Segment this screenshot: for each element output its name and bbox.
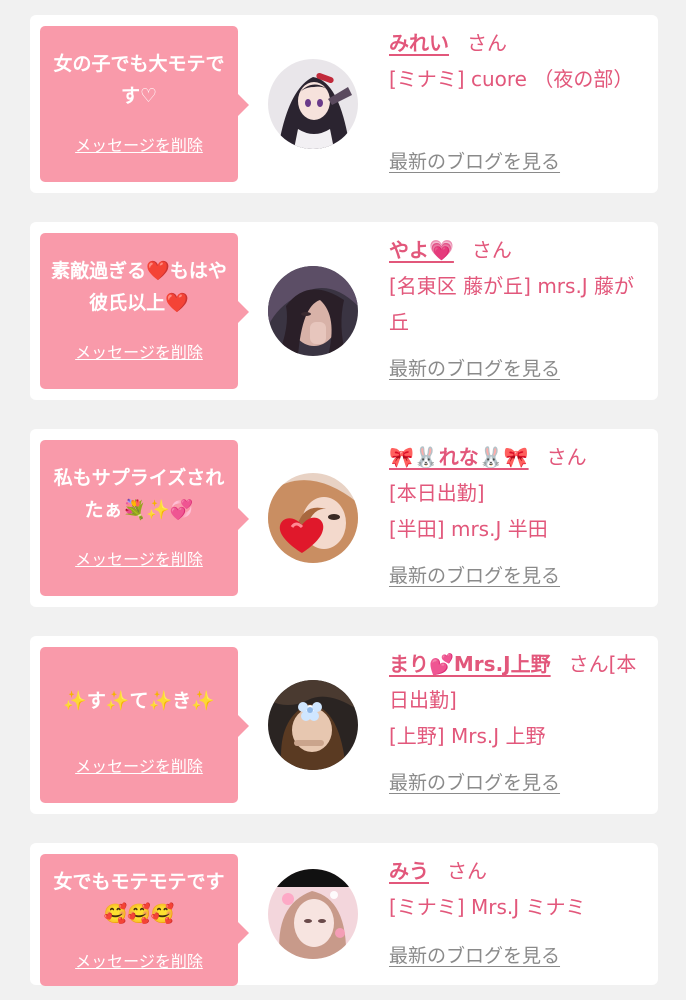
delete-message-link[interactable]: メッセージを削除 [40,339,238,363]
girl-name-link[interactable]: みれい [389,31,449,55]
girl-info: みう さん [ミナミ] Mrs.J ミナミ [389,853,639,925]
girl-name-link[interactable]: やよ💗 [389,238,454,262]
honorific: さん [546,445,587,469]
honorific: さん [467,31,507,55]
message-text: ✨す✨て✨き✨ [63,690,215,712]
avatar[interactable] [268,473,358,563]
delete-message-link[interactable]: メッセージを削除 [40,948,238,972]
shop-detail: [名東区 藤が丘] mrs.J 藤が丘 [389,274,635,334]
message-bubble: ✨す✨て✨き✨ メッセージを削除 [40,647,249,803]
latest-blog-link[interactable]: 最新のブログを見る [389,561,560,588]
girl-info: みれい さん [ミナミ] cuore （夜の部） [389,25,639,97]
avatar[interactable] [268,266,358,356]
shop-detail: [ミナミ] Mrs.J ミナミ [389,895,586,919]
girl-info: まり💕Mrs.J上野 さん[本日出勤] [上野] Mrs.J 上野 [389,646,639,754]
message-bubble: 素敵過ぎる❤️もはや彼氏以上❤️ メッセージを削除 [40,233,249,389]
avatar[interactable] [268,680,358,770]
message-bubble: 女の子でも大モテです♡ メッセージを削除 [40,26,249,182]
girl-info: やよ💗 さん [名東区 藤が丘] mrs.J 藤が丘 [389,232,639,340]
message-bubble: 女でもモテモテです🥰🥰🥰 メッセージを削除 [40,854,249,986]
girl-name-link[interactable]: 🎀🐰れな🐰🎀 [389,445,529,469]
delete-message-link[interactable]: メッセージを削除 [40,132,238,156]
girl-name-link[interactable]: まり💕Mrs.J上野 [389,652,551,676]
message-text: 素敵過ぎる❤️もはや彼氏以上❤️ [51,260,227,314]
latest-blog-link[interactable]: 最新のブログを見る [389,768,560,795]
message-card: 女の子でも大モテです♡ メッセージを削除 みれい さん [ミナミ] cuore （… [30,15,658,193]
avatar[interactable] [268,59,358,149]
avatar[interactable] [268,869,358,959]
latest-blog-link[interactable]: 最新のブログを見る [389,354,560,381]
latest-blog-link[interactable]: 最新のブログを見る [389,147,560,174]
delete-message-link[interactable]: メッセージを削除 [40,753,238,777]
honorific: さん [568,652,609,676]
message-text: 女でもモテモテです🥰🥰🥰 [53,871,225,925]
message-card: 私もサプライズされたぁ💐✨💞 メッセージを削除 🎀🐰れな🐰🎀 さん [本日出勤] … [30,429,658,607]
girl-name-link[interactable]: みう [389,859,429,883]
message-bubble: 私もサプライズされたぁ💐✨💞 メッセージを削除 [40,440,249,596]
message-text: 私もサプライズされたぁ💐✨💞 [53,467,225,521]
latest-blog-link[interactable]: 最新のブログを見る [389,941,560,968]
message-list: 女の子でも大モテです♡ メッセージを削除 みれい さん [ミナミ] cuore （… [0,0,686,1000]
honorific: さん [471,238,512,262]
shop-detail: [本日出勤] [半田] mrs.J 半田 [389,481,548,541]
honorific: さん [447,859,487,883]
message-card: 女でもモテモテです🥰🥰🥰 メッセージを削除 みう さん [ミナミ] Mrs.J ミ… [30,843,658,986]
girl-info: 🎀🐰れな🐰🎀 さん [本日出勤] [半田] mrs.J 半田 [389,439,639,547]
message-card: ✨す✨て✨き✨ メッセージを削除 まり💕Mrs.J上野 さん[本日出勤] [上野… [30,636,658,814]
delete-message-link[interactable]: メッセージを削除 [40,546,238,570]
message-text: 女の子でも大モテです♡ [53,53,225,107]
message-card: 素敵過ぎる❤️もはや彼氏以上❤️ メッセージを削除 やよ💗 さん [名東区 藤が丘… [30,222,658,400]
shop-detail: [ミナミ] cuore （夜の部） [389,67,634,91]
